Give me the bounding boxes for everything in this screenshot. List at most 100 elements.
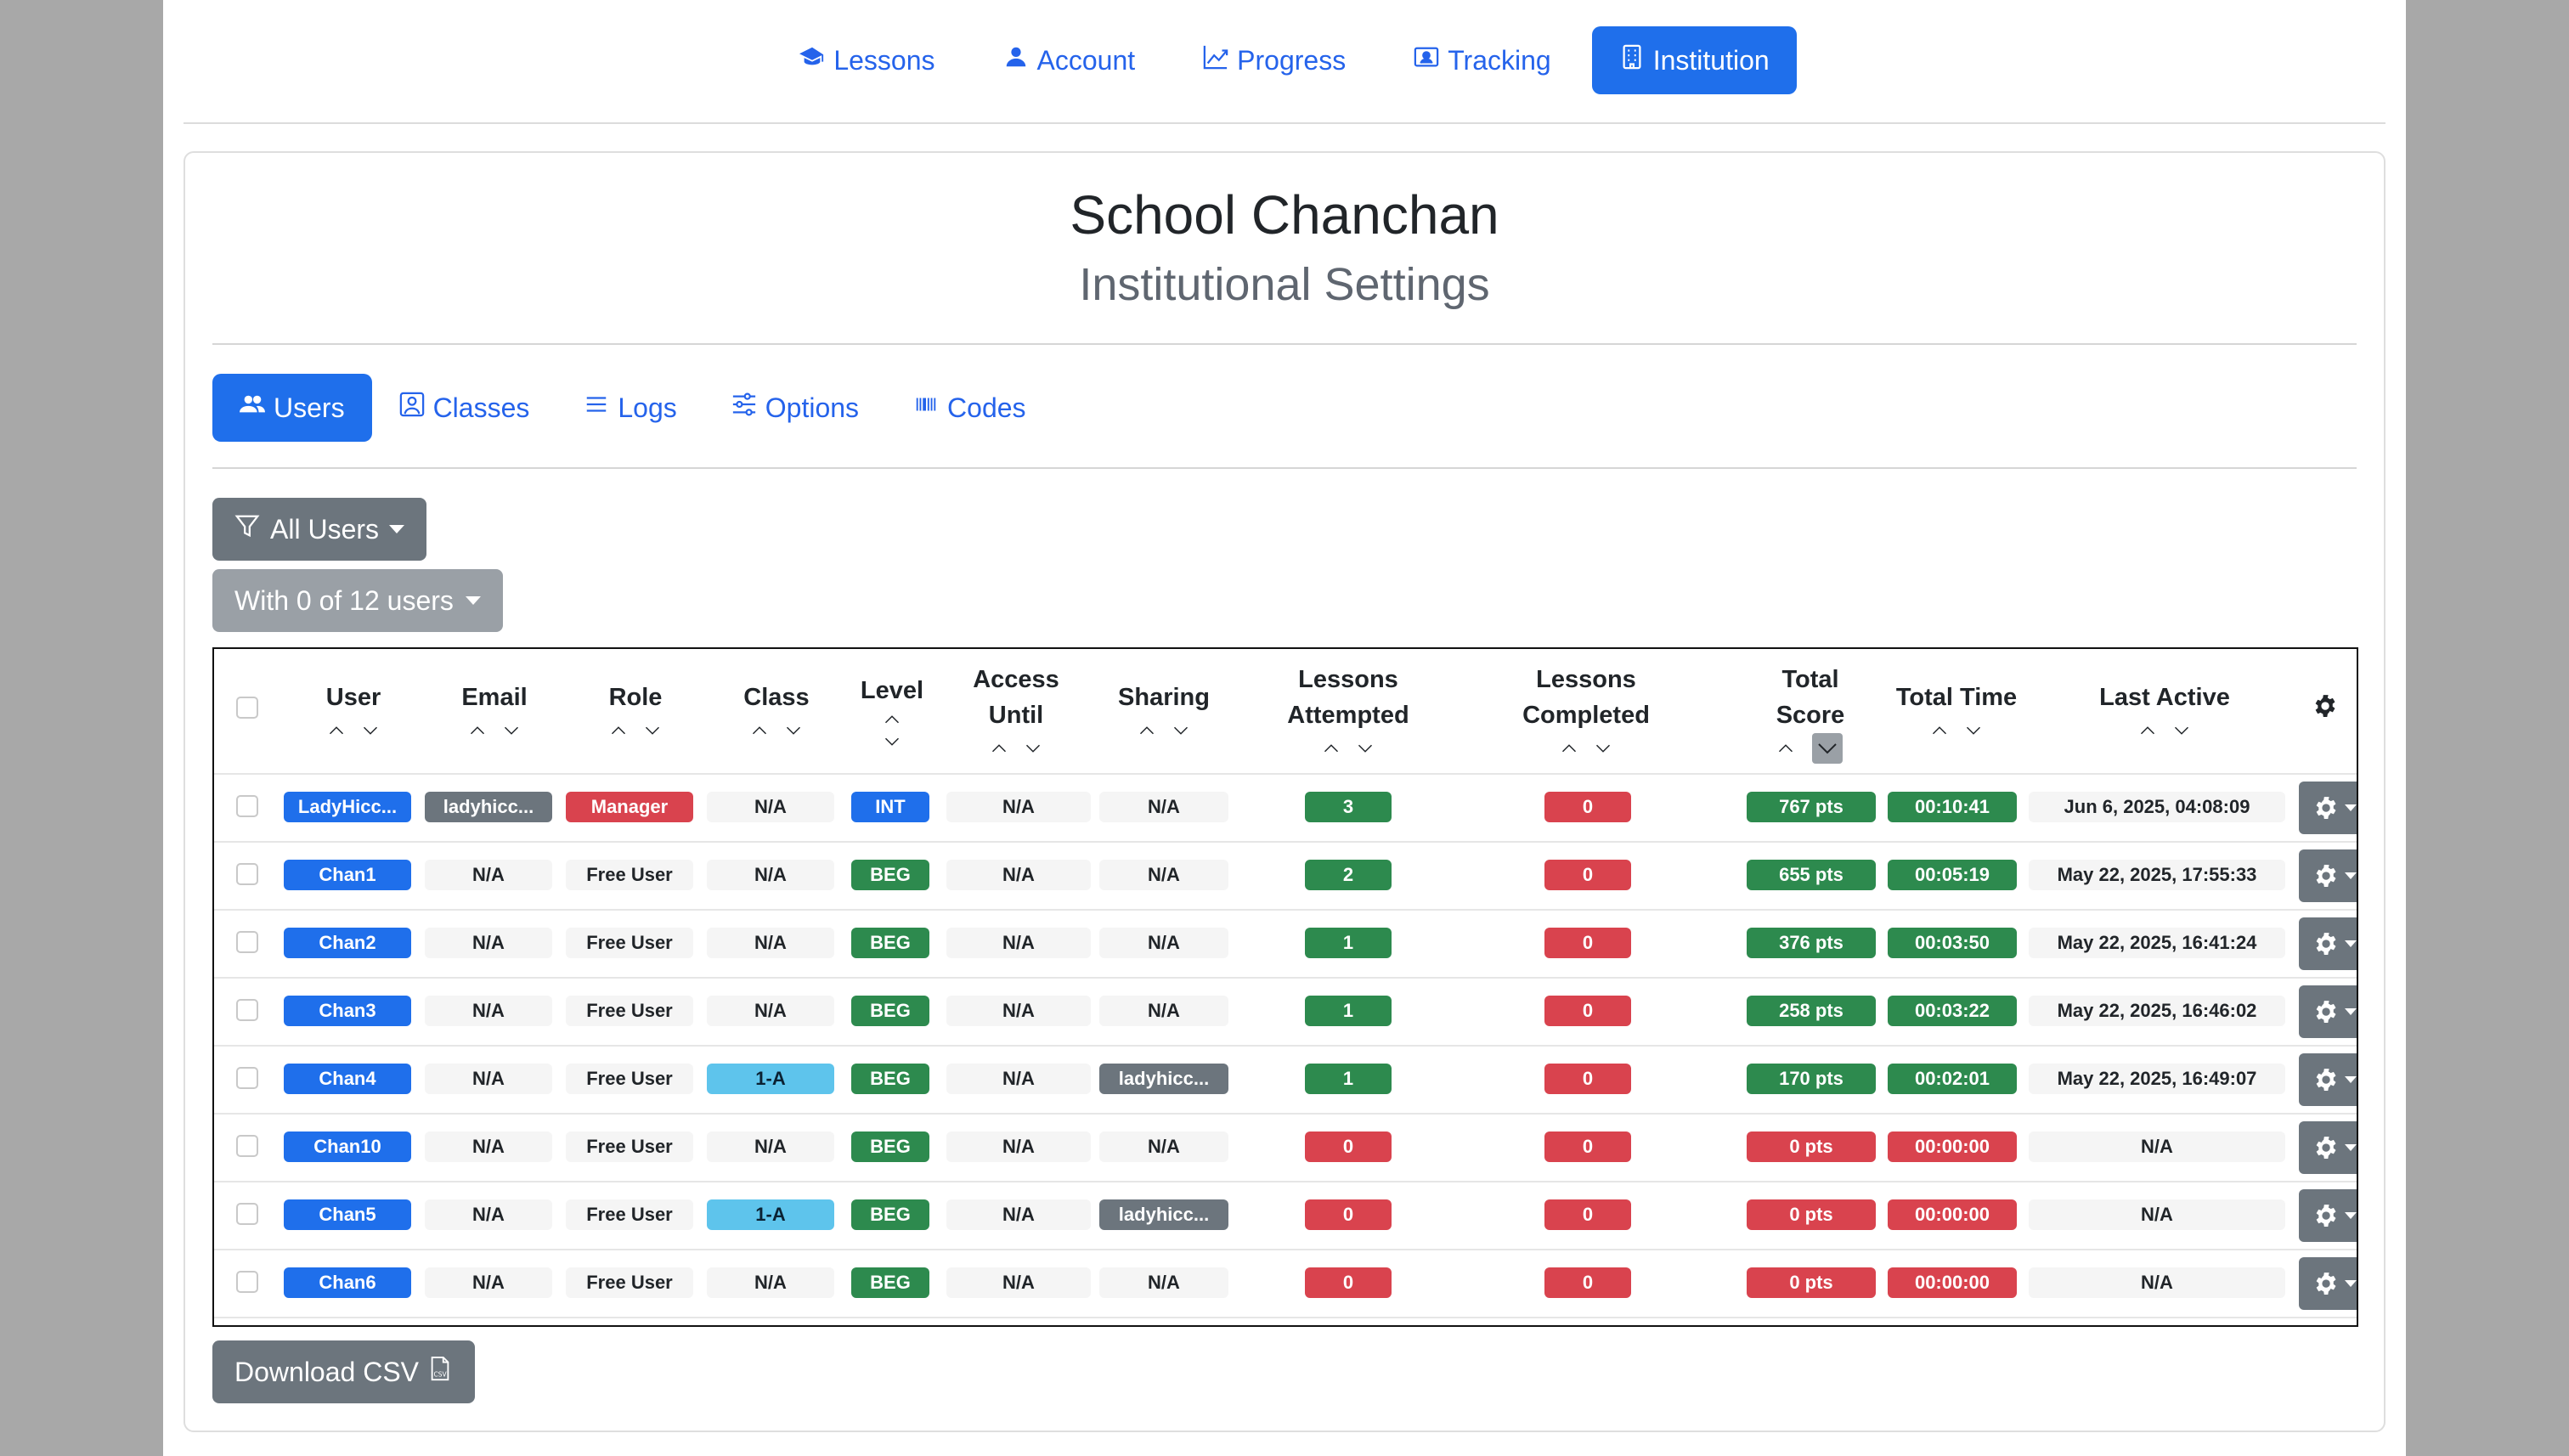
sort-asc-icon[interactable] (329, 723, 344, 738)
row-checkbox[interactable] (236, 1067, 258, 1089)
nav-progress[interactable]: Progress (1176, 26, 1373, 94)
sort-controls (329, 719, 378, 742)
sort-desc-icon[interactable] (645, 723, 660, 738)
sort-desc-icon[interactable] (786, 723, 801, 738)
sort-asc-icon[interactable] (1778, 741, 1793, 756)
sort-desc-icon[interactable] (2174, 723, 2189, 738)
row-actions-button[interactable] (2299, 1053, 2357, 1106)
user-badge[interactable]: Chan6 (284, 1267, 411, 1298)
sort-asc-icon[interactable] (884, 712, 900, 727)
row-actions-button[interactable] (2299, 917, 2357, 970)
download-label: Download CSV (234, 1356, 419, 1387)
row-checkbox[interactable] (236, 1135, 258, 1157)
sort-asc-icon[interactable] (470, 723, 485, 738)
sort-asc-icon[interactable] (2140, 723, 2155, 738)
completed-badge: 0 (1544, 1267, 1631, 1298)
header-label: Completed (1522, 702, 1650, 729)
row-checkbox[interactable] (236, 1271, 258, 1293)
download-csv-button[interactable]: Download CSV CSV (212, 1340, 475, 1403)
table-row: Chan2 N/A Free User N/A BEG N/A N/A 1 0 376 pts 00… (214, 909, 2357, 977)
attempted-badge: 0 (1305, 1132, 1392, 1162)
bulk-action-dropdown[interactable]: With 0 of 12 users (212, 569, 503, 632)
row-actions-button[interactable] (2299, 985, 2357, 1038)
caret-down-icon (2345, 1008, 2357, 1015)
user-filter-dropdown[interactable]: All Users (212, 498, 427, 561)
last-active-value: May 22, 2025, 17:55:33 (2029, 860, 2285, 890)
completed-badge: 0 (1544, 792, 1631, 822)
sort-desc-icon[interactable] (1358, 741, 1373, 756)
class-badge: N/A (707, 928, 834, 958)
sort-asc-icon[interactable] (1139, 723, 1155, 738)
tab-label: Logs (618, 392, 677, 423)
sort-desc-icon[interactable] (504, 723, 519, 738)
sort-desc-icon[interactable] (1595, 741, 1611, 756)
user-badge[interactable]: Chan10 (284, 1132, 411, 1162)
top-nav: Lessons Account Progress Tracking Instit… (163, 25, 2406, 95)
select-all-checkbox[interactable] (236, 697, 258, 719)
sort-asc-icon[interactable] (1561, 741, 1577, 756)
level-badge: BEG (851, 996, 929, 1026)
nav-institution[interactable]: Institution (1591, 26, 1797, 94)
user-badge[interactable]: Chan2 (284, 928, 411, 958)
sort-controls (884, 712, 900, 749)
row-checkbox[interactable] (236, 863, 258, 885)
header-role: Role (569, 649, 702, 773)
row-actions-button[interactable] (2299, 849, 2357, 902)
caret-down-icon (465, 596, 481, 605)
row-actions-button[interactable] (2299, 782, 2357, 834)
sort-desc-icon[interactable] (363, 723, 378, 738)
nav-account[interactable]: Account (976, 26, 1163, 94)
completed-badge: 0 (1544, 1064, 1631, 1094)
sort-asc-icon[interactable] (1932, 723, 1947, 738)
sort-asc-icon[interactable] (1324, 741, 1339, 756)
class-badge: N/A (707, 1267, 834, 1298)
access-until-value: N/A (946, 996, 1091, 1026)
row-actions-button[interactable] (2299, 1189, 2357, 1242)
row-actions-button[interactable] (2299, 1121, 2357, 1174)
table-row (214, 1317, 2357, 1325)
sort-controls (991, 736, 1041, 760)
sort-desc-icon[interactable] (1812, 733, 1843, 764)
user-badge[interactable]: Chan3 (284, 996, 411, 1026)
sort-asc-icon[interactable] (611, 723, 626, 738)
sort-asc-icon[interactable] (752, 723, 767, 738)
header-label: Score (1776, 702, 1845, 729)
header-access-until: Access Until (941, 649, 1091, 773)
user-badge[interactable]: Chan5 (284, 1199, 411, 1230)
user-badge[interactable]: Chan1 (284, 860, 411, 890)
sort-desc-icon[interactable] (1025, 741, 1041, 756)
score-badge: 767 pts (1747, 792, 1876, 822)
tab-label: Codes (947, 392, 1026, 423)
header-label: Role (608, 684, 663, 711)
header-lessons-completed: Lessons Completed (1480, 649, 1692, 773)
nav-lessons[interactable]: Lessons (772, 26, 962, 94)
gear-icon[interactable] (2313, 693, 2339, 729)
user-badge[interactable]: LadyHicc... (284, 792, 411, 822)
list-icon (584, 392, 609, 424)
sort-asc-icon[interactable] (991, 741, 1007, 756)
tab-codes[interactable]: Codes (886, 374, 1053, 442)
level-badge: INT (851, 792, 929, 822)
header-label: Email (461, 684, 528, 711)
last-active-value: May 22, 2025, 16:49:07 (2029, 1064, 2285, 1094)
user-badge[interactable]: Chan4 (284, 1064, 411, 1094)
row-checkbox[interactable] (236, 1203, 258, 1225)
tab-logs[interactable]: Logs (556, 374, 703, 442)
sort-desc-icon[interactable] (884, 734, 900, 749)
row-actions-button[interactable] (2299, 1257, 2357, 1310)
sort-desc-icon[interactable] (1173, 723, 1189, 738)
tab-users[interactable]: Users (212, 374, 372, 442)
tab-label: Classes (432, 392, 530, 423)
tab-options[interactable]: Options (704, 374, 886, 442)
row-checkbox[interactable] (236, 931, 258, 953)
gear-icon (2316, 1001, 2336, 1023)
caret-down-icon (2345, 940, 2357, 947)
tab-classes[interactable]: Classes (372, 374, 557, 442)
sort-desc-icon[interactable] (1966, 723, 1981, 738)
row-checkbox[interactable] (236, 795, 258, 817)
page-subtitle: Institutional Settings (1079, 259, 1490, 310)
row-checkbox[interactable] (236, 999, 258, 1021)
nav-tracking[interactable]: Tracking (1386, 26, 1578, 94)
access-until-value: N/A (946, 792, 1091, 822)
bulk-label: With 0 of 12 users (234, 584, 454, 616)
